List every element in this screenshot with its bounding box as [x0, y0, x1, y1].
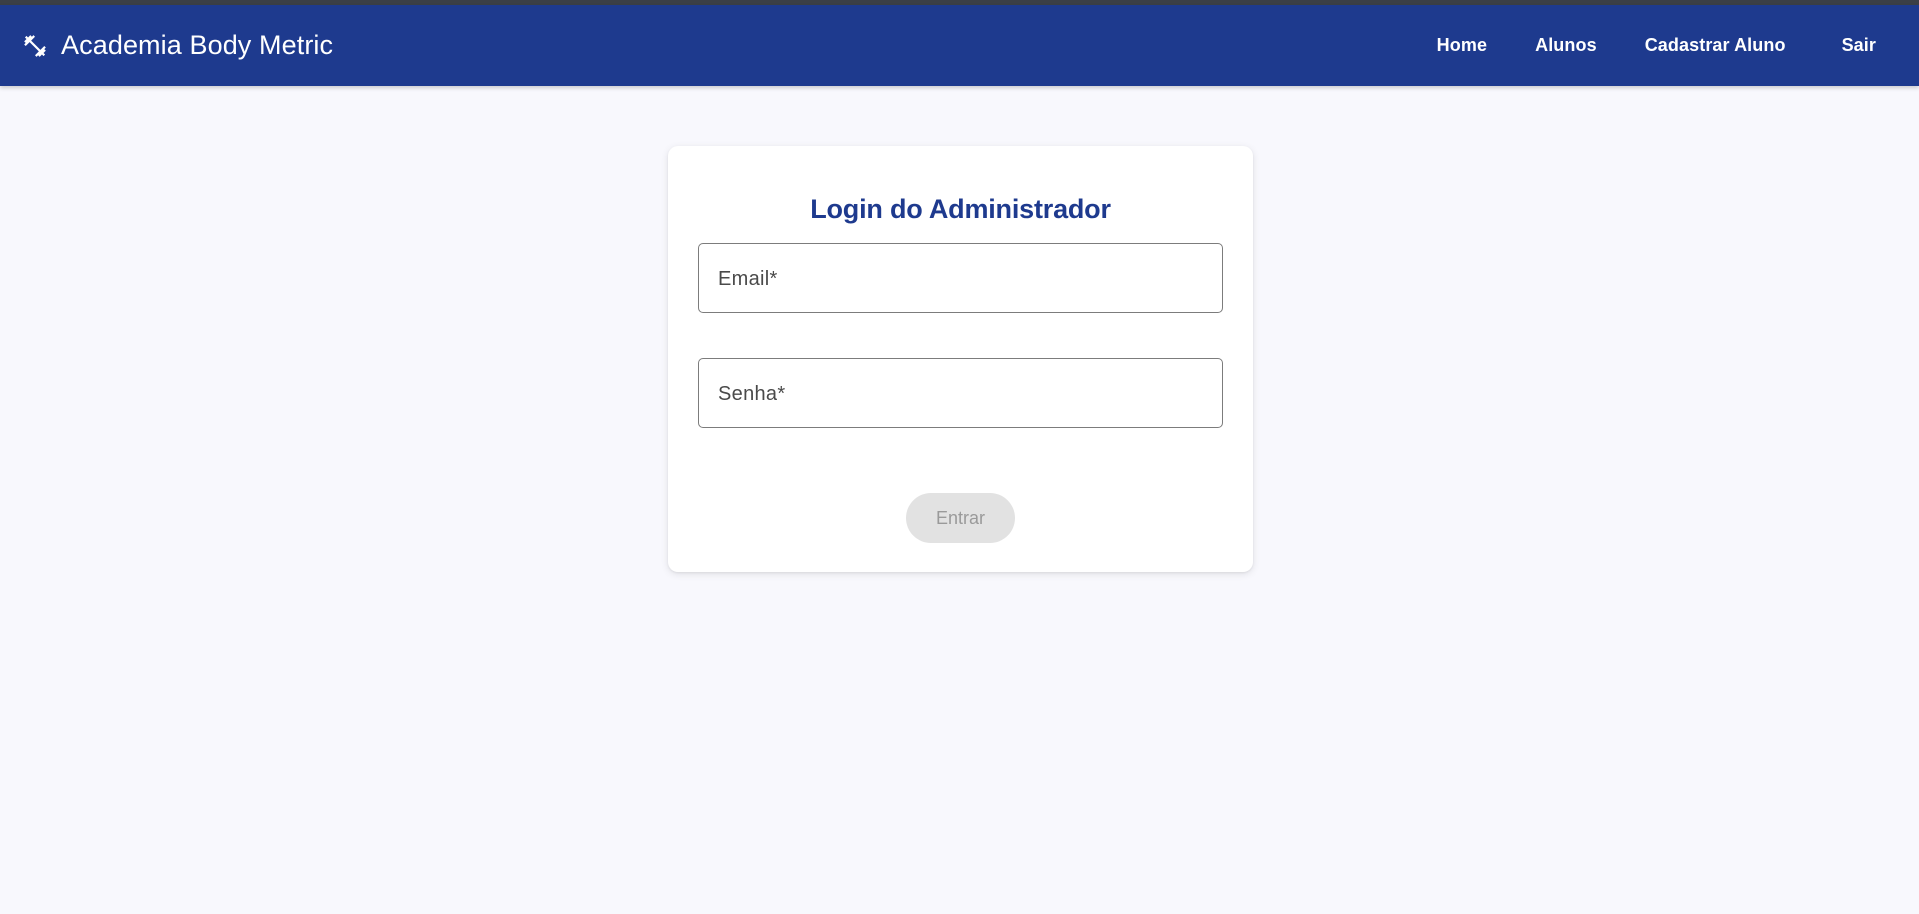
app-title: Academia Body Metric: [61, 30, 334, 60]
dumbbell-icon: [24, 34, 46, 57]
login-card: Login do Administrador Email* Senha* Ent…: [668, 146, 1253, 572]
email-field[interactable]: Email*: [698, 243, 1223, 313]
nav-sair[interactable]: Sair: [1810, 25, 1919, 66]
password-field[interactable]: Senha*: [698, 358, 1223, 428]
nav-alunos[interactable]: Alunos: [1511, 25, 1621, 66]
submit-button[interactable]: Entrar: [906, 493, 1015, 543]
app-bar: Academia Body Metric Home Alunos Cadastr…: [0, 5, 1919, 86]
email-input[interactable]: [699, 244, 1222, 312]
nav-cadastrar-aluno[interactable]: Cadastrar Aluno: [1621, 25, 1810, 66]
password-input[interactable]: [699, 359, 1222, 427]
nav-home[interactable]: Home: [1413, 25, 1511, 66]
main-nav: Home Alunos Cadastrar Aluno Sair: [1413, 5, 1919, 86]
login-title: Login do Administrador: [810, 194, 1111, 224]
brand: Academia Body Metric: [22, 5, 333, 86]
